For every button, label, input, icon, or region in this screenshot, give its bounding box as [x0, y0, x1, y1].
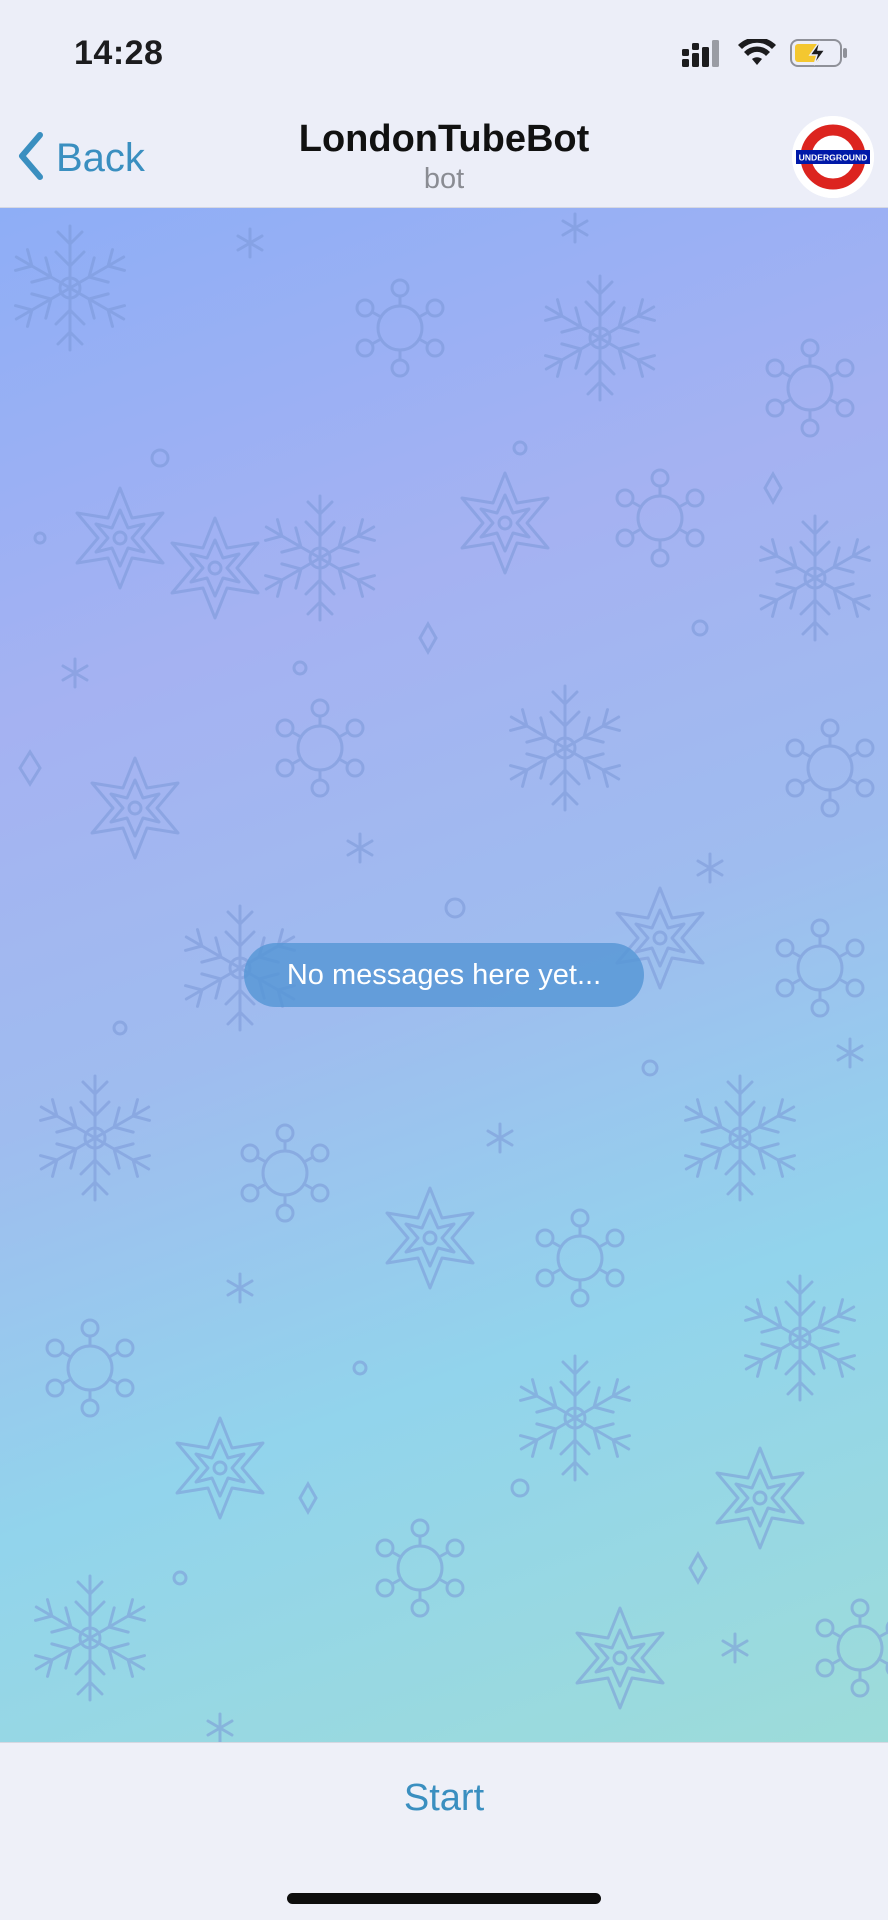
start-button[interactable]: Start	[0, 1765, 888, 1831]
empty-chat-notice: No messages here yet...	[244, 943, 644, 1007]
chat-header: Back LondonTubeBot bot UNDERGROUND	[0, 108, 888, 208]
start-label: Start	[403, 1776, 485, 1819]
underground-roundel-logo: UNDERGROUND	[792, 116, 874, 198]
roundel-text: UNDERGROUND	[799, 153, 868, 163]
back-label: Back	[56, 135, 145, 180]
bot-avatar[interactable]: UNDERGROUND	[792, 116, 874, 198]
telegram-chat-screen: 14:28 Back LondonTubeBot bot UNDERGROUND…	[0, 0, 888, 1920]
cellular-signal-icon	[682, 39, 724, 72]
back-button[interactable]: Back	[16, 128, 145, 188]
battery-charging-icon	[790, 38, 848, 73]
empty-chat-text: No messages here yet...	[286, 958, 602, 991]
bottom-action-bar: Start	[0, 1742, 888, 1920]
status-bar: 14:28	[0, 0, 888, 108]
chat-message-area[interactable]: No messages here yet...	[0, 208, 888, 1742]
chevron-left-icon	[16, 131, 46, 186]
home-indicator[interactable]	[287, 1893, 601, 1904]
status-time: 14:28	[74, 34, 164, 72]
wifi-icon	[738, 37, 776, 72]
status-icons	[682, 37, 848, 73]
